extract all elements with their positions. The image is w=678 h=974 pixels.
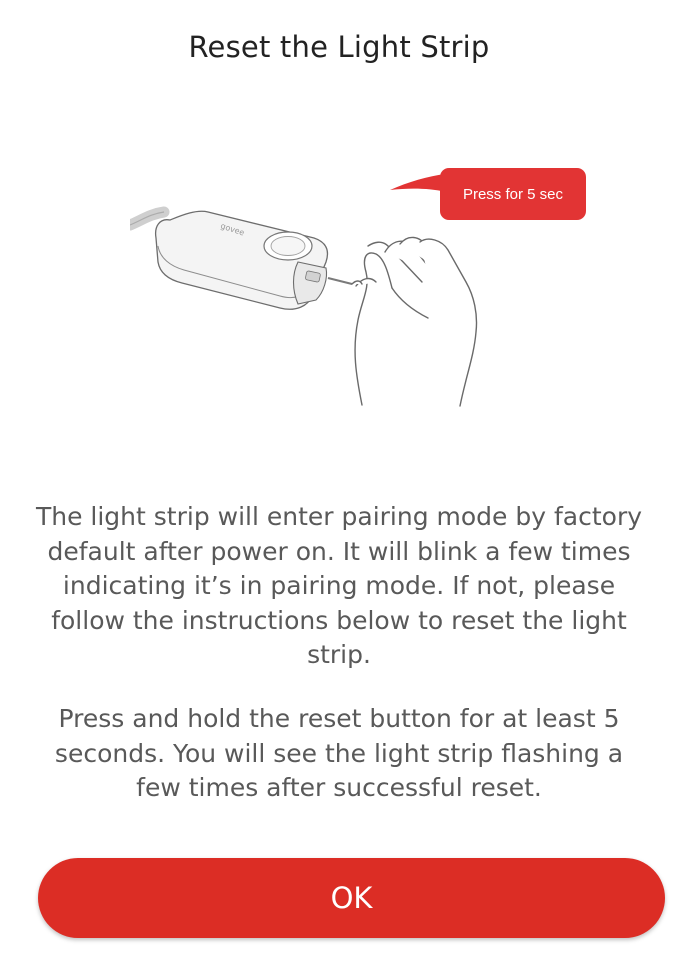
hand-pressing-pin-icon xyxy=(351,236,478,407)
reset-light-strip-dialog: Reset the Light Strip govee Press for 5 … xyxy=(0,0,678,974)
controller-device-icon: govee xyxy=(154,210,329,310)
reset-instructions: Press and hold the reset button for at l… xyxy=(54,704,624,802)
press-duration-callout: Press for 5 sec xyxy=(440,168,586,220)
callout-tail-icon xyxy=(390,174,446,192)
ok-button[interactable]: OK xyxy=(38,858,665,938)
pairing-mode-description: The light strip will enter pairing mode … xyxy=(35,502,643,669)
reset-pin-icon xyxy=(327,277,353,285)
dialog-title: Reset the Light Strip xyxy=(188,30,490,64)
